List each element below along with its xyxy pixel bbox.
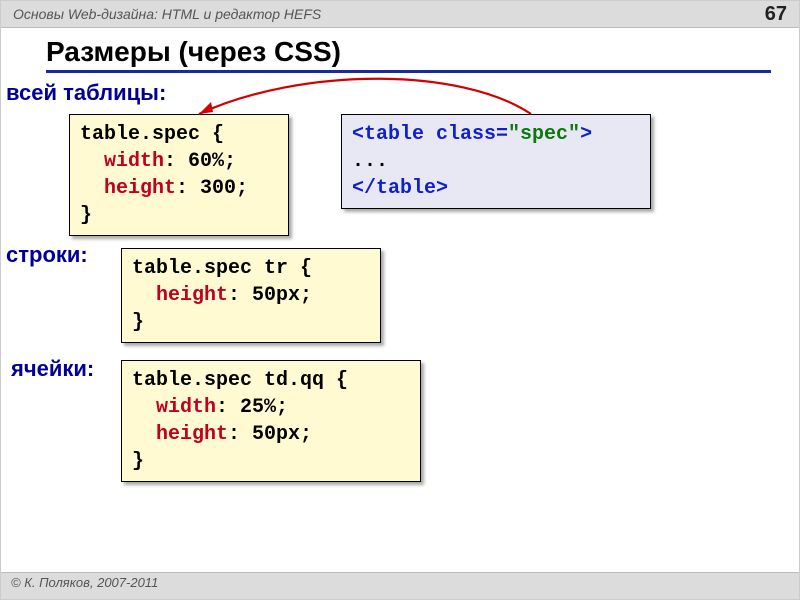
- label-whole-table: всей таблицы:: [6, 80, 166, 106]
- page-title: Размеры (через CSS): [46, 36, 771, 73]
- code-text: }: [132, 311, 144, 334]
- top-bar: Основы Web-дизайна: HTML и редактор HEFS…: [1, 1, 799, 28]
- code-text: table.spec td.qq {: [132, 369, 348, 392]
- code-prop: height: [156, 284, 228, 307]
- title-row: Размеры (через CSS): [1, 28, 799, 76]
- code-text: table.spec {: [80, 123, 224, 146]
- code-prop: height: [156, 423, 228, 446]
- code-text: : 50px;: [228, 284, 312, 307]
- code-css-cell: table.spec td.qq { width: 25%; height: 5…: [121, 360, 421, 482]
- footer-copyright: © К. Поляков, 2007-2011: [1, 572, 799, 599]
- code-tag: <table: [352, 123, 436, 146]
- code-prop: width: [104, 150, 164, 173]
- code-text: : 60%;: [164, 150, 236, 173]
- code-text: }: [80, 204, 92, 227]
- code-text: : 50px;: [228, 423, 312, 446]
- code-text: : 300;: [176, 177, 248, 200]
- code-tag: </table>: [352, 177, 448, 200]
- code-eq: =: [496, 123, 508, 146]
- breadcrumb: Основы Web-дизайна: HTML и редактор HEFS: [13, 6, 321, 22]
- page-number: 67: [765, 3, 787, 26]
- code-text: : 25%;: [216, 396, 288, 419]
- label-cell: ячейки:: [11, 356, 94, 382]
- code-css-table: table.spec { width: 60%; height: 300; }: [69, 114, 289, 236]
- content-area: всей таблицы: table.spec { width: 60%; h…: [1, 76, 799, 80]
- code-value: "spec": [508, 123, 580, 146]
- code-attr: class: [436, 123, 496, 146]
- label-row: строки:: [6, 242, 88, 268]
- code-html-table: <table class="spec"> ... </table>: [341, 114, 651, 209]
- code-text: table.spec tr {: [132, 257, 312, 280]
- code-text: ...: [352, 150, 388, 173]
- code-prop: width: [156, 396, 216, 419]
- code-prop: height: [104, 177, 176, 200]
- code-tag: >: [580, 123, 592, 146]
- code-css-row: table.spec tr { height: 50px; }: [121, 248, 381, 343]
- code-text: }: [132, 450, 144, 473]
